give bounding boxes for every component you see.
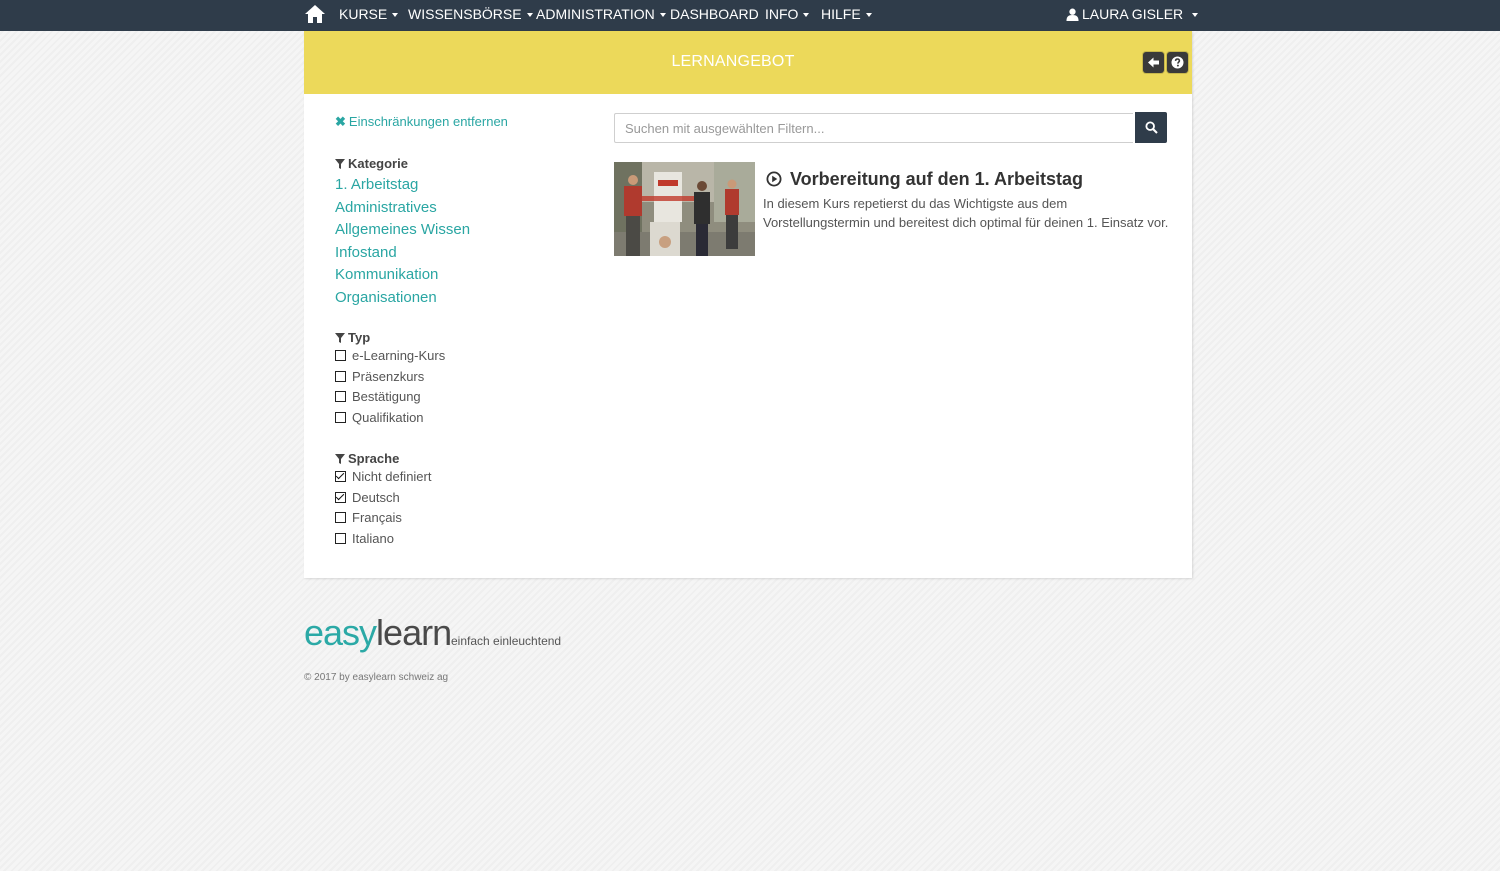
course-title: Vorbereitung auf den 1. Arbeitstag xyxy=(790,169,1084,189)
checkbox[interactable] xyxy=(335,412,346,423)
caret-down-icon xyxy=(392,13,399,18)
type-checkbox-row[interactable]: Präsenzkurs xyxy=(335,369,424,384)
language-checkbox-row[interactable]: Français xyxy=(335,510,402,525)
tagline: einfach einleuchtend xyxy=(451,634,562,648)
easylearn-logo: easylearn xyxy=(304,612,452,654)
category-link[interactable]: Infostand xyxy=(335,244,397,261)
checkbox[interactable] xyxy=(335,391,346,402)
top-navbar: KURSE WISSENSBÖRSE ADMINISTRATION DASHBO… xyxy=(0,0,1500,31)
category-link[interactable]: 1. Arbeitstag xyxy=(335,176,418,193)
page-title: LERNANGEBOT xyxy=(671,53,795,70)
nav-administration[interactable]: ADMINISTRATION xyxy=(536,0,666,31)
category-link[interactable]: Kommunikation xyxy=(335,266,438,283)
checkbox-label: Deutsch xyxy=(352,490,400,505)
checkbox-label: Bestätigung xyxy=(352,389,421,404)
caret-down-icon xyxy=(1192,13,1199,18)
checkbox-checked[interactable] xyxy=(335,492,346,503)
help-button[interactable] xyxy=(1167,52,1188,73)
nav-label: INFO xyxy=(765,6,799,22)
language-checkbox-row[interactable]: Deutsch xyxy=(335,490,400,505)
type-checkbox-row[interactable]: e-Learning-Kurs xyxy=(335,348,445,363)
checkbox[interactable] xyxy=(335,371,346,382)
checkbox[interactable] xyxy=(335,512,346,523)
category-link[interactable]: Administratives xyxy=(335,199,437,216)
logo-part-easy: easy xyxy=(304,612,377,653)
course-photo xyxy=(614,162,755,256)
language-checkbox-row[interactable]: Italiano xyxy=(335,531,394,546)
course-description: In diesem Kurs repetierst du das Wichtig… xyxy=(763,196,1169,230)
search-button[interactable] xyxy=(1135,112,1167,143)
filter-heading-label: Sprache xyxy=(348,451,400,466)
category-link[interactable]: Organisationen xyxy=(335,289,437,306)
nav-label: HILFE xyxy=(821,6,861,22)
filter-icon xyxy=(335,454,345,464)
checkbox-label: e-Learning-Kurs xyxy=(352,348,446,363)
checkbox-label: Präsenzkurs xyxy=(352,369,425,384)
home-icon[interactable] xyxy=(304,4,326,24)
nav-hilfe[interactable]: HILFE xyxy=(821,0,872,31)
checkbox-label: Qualifikation xyxy=(352,410,424,425)
logo-part-learn: learn xyxy=(376,612,452,653)
user-menu[interactable]: LAURA GISLER xyxy=(1066,0,1199,31)
checkbox-checked[interactable] xyxy=(335,471,346,482)
play-circle-icon xyxy=(766,171,782,187)
filter-heading-label: Kategorie xyxy=(348,156,408,171)
user-name: LAURA GISLER xyxy=(1082,6,1184,22)
filter-heading-sprache: Sprache xyxy=(335,451,399,466)
type-checkbox-row[interactable]: Qualifikation xyxy=(335,410,424,425)
checkbox[interactable] xyxy=(335,533,346,544)
caret-down-icon xyxy=(526,13,533,18)
arrow-left-icon xyxy=(1148,57,1159,68)
nav-label: DASHBOARD xyxy=(670,6,759,22)
nav-label: KURSE xyxy=(339,6,388,22)
checkbox-label: Italiano xyxy=(352,531,394,546)
caret-down-icon xyxy=(659,13,666,18)
nav-dashboard[interactable]: DASHBOARD xyxy=(670,0,759,31)
close-icon: ✖ xyxy=(335,114,346,129)
checkbox-label: Nicht definiert xyxy=(352,469,432,484)
caret-down-icon xyxy=(803,13,810,18)
filter-heading-label: Typ xyxy=(348,330,371,345)
category-link[interactable]: Allgemeines Wissen xyxy=(335,221,470,238)
filter-icon xyxy=(335,159,345,169)
copyright: © 2017 by easylearn schweiz ag xyxy=(304,672,449,683)
search-icon xyxy=(1145,121,1158,134)
search-input[interactable] xyxy=(614,113,1133,143)
nav-label: WISSENSBÖRSE xyxy=(408,6,522,22)
checkbox[interactable] xyxy=(335,350,346,361)
clear-filters-label: Einschränkungen entfernen xyxy=(348,114,508,129)
nav-info[interactable]: INFO xyxy=(765,0,810,31)
question-circle-icon xyxy=(1171,56,1184,69)
nav-label: ADMINISTRATION xyxy=(536,6,655,22)
course-thumbnail[interactable] xyxy=(614,162,755,256)
type-checkbox-row[interactable]: Bestätigung xyxy=(335,389,421,404)
language-checkbox-row[interactable]: Nicht definiert xyxy=(335,469,431,484)
filter-heading-kategorie: Kategorie xyxy=(335,156,408,171)
course-title-link[interactable]: Vorbereitung auf den 1. Arbeitstag xyxy=(766,169,1083,190)
clear-filters-link[interactable]: ✖ Einschränkungen entfernen xyxy=(335,114,508,130)
checkbox-label: Français xyxy=(352,510,402,525)
nav-kurse[interactable]: KURSE xyxy=(339,0,399,31)
user-icon xyxy=(1066,8,1079,21)
panel-header: LERNANGEBOT xyxy=(304,31,1192,94)
filter-icon xyxy=(335,333,345,343)
filter-heading-typ: Typ xyxy=(335,330,370,345)
caret-down-icon xyxy=(865,13,872,18)
back-button[interactable] xyxy=(1143,52,1164,73)
nav-wissensboerse[interactable]: WISSENSBÖRSE xyxy=(408,0,533,31)
